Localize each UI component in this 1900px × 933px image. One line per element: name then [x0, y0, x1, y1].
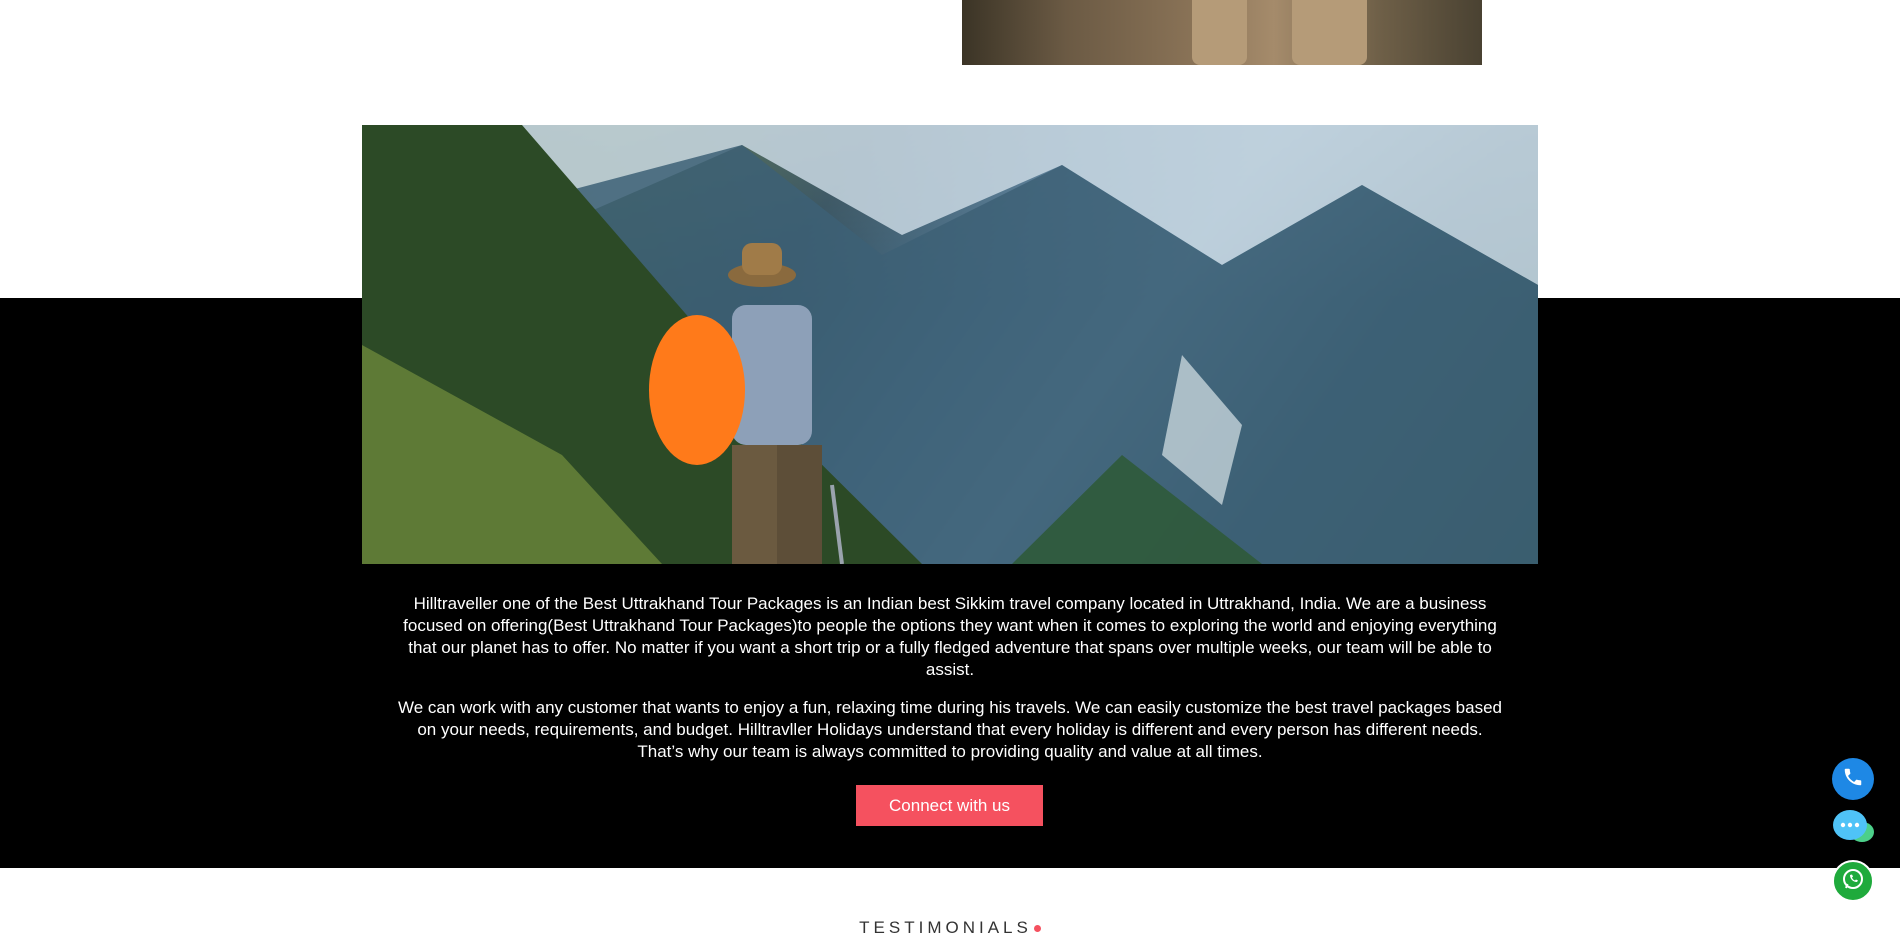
- testimonials-heading-text: TESTIMONIALS: [859, 918, 1032, 933]
- call-button[interactable]: [1832, 758, 1874, 800]
- phone-icon: [1842, 766, 1864, 793]
- about-paragraph-2: We can work with any customer that wants…: [398, 698, 1502, 761]
- chat-button[interactable]: [1832, 808, 1874, 850]
- connect-with-us-button[interactable]: Connect with us: [856, 785, 1043, 826]
- about-description: Hilltraveller one of the Best Uttrakhand…: [395, 593, 1505, 779]
- whatsapp-icon: [1841, 867, 1865, 896]
- about-paragraph-1: Hilltraveller one of the Best Uttrakhand…: [403, 594, 1497, 679]
- heading-accent-dot: [1033, 925, 1041, 933]
- chat-bubbles-icon: [1830, 807, 1876, 852]
- hiker-legs-photo: [962, 0, 1482, 65]
- testimonials-heading: TESTIMONIALS: [0, 918, 1900, 933]
- whatsapp-button[interactable]: [1832, 860, 1874, 902]
- mountain-hiker-photo: [362, 125, 1538, 564]
